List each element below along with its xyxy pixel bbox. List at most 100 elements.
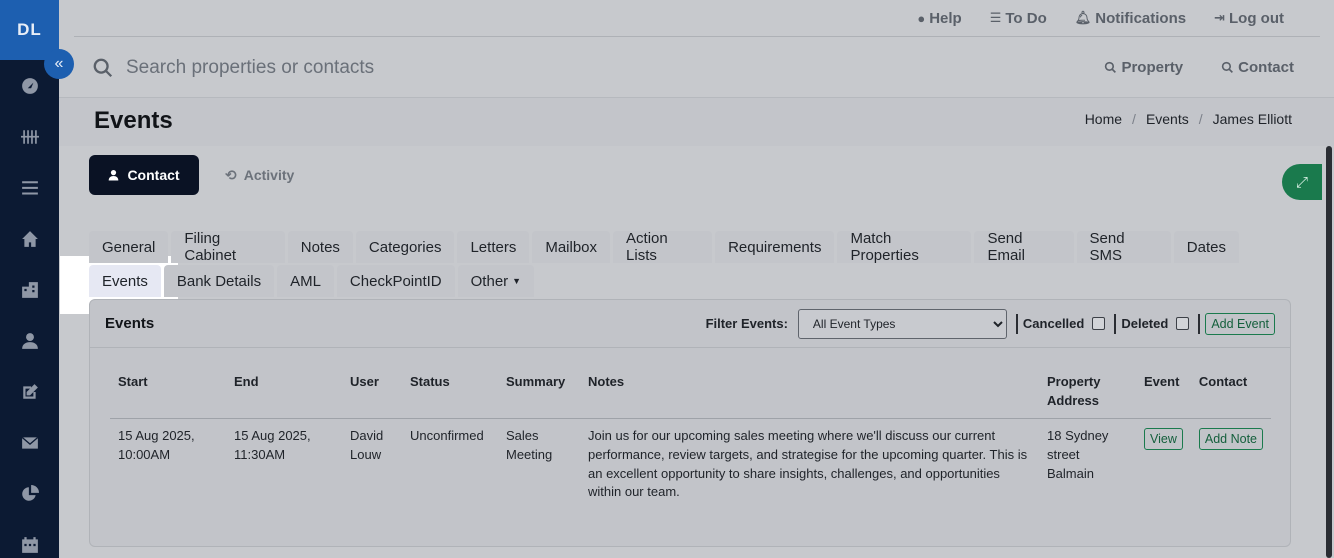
column-header: Status [402, 368, 498, 419]
tab-activity-label: Activity [243, 167, 295, 183]
user-icon [109, 169, 119, 181]
search-icon [93, 58, 113, 77]
subtab-events[interactable]: Events [89, 265, 161, 297]
checklist-icon: ☰ [989, 10, 1002, 25]
todo-link[interactable]: ☰ To Do [990, 10, 1047, 27]
help-label: Help [929, 9, 962, 27]
table-row: 15 Aug 2025, 10:00AM 15 Aug 2025, 11:30A… [110, 419, 1271, 511]
subtab-mailbox[interactable]: Mailbox [532, 231, 611, 263]
search-input[interactable] [126, 47, 826, 88]
divider [1198, 313, 1201, 334]
events-panel: Events Filter Events: All Event Types Ca… [89, 299, 1291, 547]
user-icon[interactable] [0, 315, 59, 366]
divider [1015, 313, 1018, 334]
menu-icon[interactable] [0, 162, 59, 213]
divider [1114, 313, 1117, 334]
add-note-button[interactable]: Add Note [1198, 428, 1263, 450]
search-contact-link[interactable]: Contact [1221, 59, 1294, 76]
subtab-match-properties[interactable]: Match Properties [837, 230, 972, 264]
sub-tabs: General Filing Cabinet Notes Categories … [89, 230, 1239, 299]
view-event-button[interactable]: View [1144, 428, 1183, 450]
event-user: David Louw [350, 428, 384, 462]
column-header: User [342, 368, 402, 419]
home-icon[interactable] [0, 213, 59, 264]
subtab-action-lists[interactable]: Action Lists [613, 230, 713, 264]
subtab-send-sms[interactable]: Send SMS [1076, 230, 1171, 264]
cancelled-label: Cancelled [1022, 316, 1085, 331]
subtab-aml[interactable]: AML [277, 265, 334, 297]
subtab-filing-cabinet[interactable]: Filing Cabinet [171, 230, 285, 264]
deleted-checkbox[interactable] [1176, 317, 1190, 330]
notifications-link[interactable]: 🔔︎ Notifications [1075, 10, 1186, 27]
search-property-link[interactable]: Property [1104, 59, 1183, 76]
contact-action-cell: Add Note [1191, 419, 1271, 511]
sidebar: DL [0, 0, 59, 558]
search-property-label: Property [1121, 59, 1184, 76]
column-header: End [226, 368, 342, 419]
collapse-sidebar-button[interactable]: « [44, 49, 74, 79]
top-bar: ● Help ☰ To Do 🔔︎ Notifications ⇥ Log ou… [74, 0, 1320, 37]
expand-icon[interactable]: ⤢ [1282, 164, 1322, 200]
breadcrumb-events[interactable]: Events [1146, 111, 1189, 127]
logout-icon: ⇥ [1214, 10, 1226, 25]
scrollbar[interactable] [1326, 146, 1332, 558]
subtab-categories[interactable]: Categories [355, 231, 455, 263]
event-status: Unconfirmed [410, 428, 484, 443]
subtab-other-label: Other [470, 272, 509, 290]
table-header-row: Start End User Status Summary Notes Prop… [110, 368, 1271, 419]
logout-label: Log out [1229, 9, 1284, 27]
subtab-other[interactable]: Other ▼ [457, 265, 535, 297]
event-end: 15 Aug 2025, 11:30AM [234, 428, 311, 462]
calendar-icon[interactable] [0, 519, 59, 558]
event-notes: Join us for our upcoming sales meeting w… [588, 428, 1028, 500]
subtab-general[interactable]: General [89, 231, 169, 263]
breadcrumb: Home / Events / James Elliott [1085, 111, 1292, 127]
subtab-letters[interactable]: Letters [457, 231, 530, 263]
tab-activity[interactable]: ⟲ Activity [225, 155, 294, 195]
column-header: Event [1136, 368, 1191, 419]
column-header: Property Address [1039, 368, 1136, 419]
event-action-cell: View [1136, 419, 1191, 511]
tab-contact[interactable]: Contact [89, 155, 199, 195]
caret-down-icon: ▼ [512, 276, 522, 286]
events-table: Start End User Status Summary Notes Prop… [110, 368, 1271, 510]
event-filters: Filter Events: All Event Types Cancelled… [705, 308, 1275, 339]
breadcrumb-current: James Elliott [1212, 111, 1292, 127]
breadcrumb-separator: / [1132, 111, 1136, 127]
deleted-label: Deleted [1121, 316, 1169, 331]
events-panel-title: Events [105, 315, 155, 332]
page-header: Events Home / Events / James Elliott [59, 98, 1334, 146]
subtab-requirements[interactable]: Requirements [715, 231, 835, 263]
chart-pie-icon[interactable] [0, 468, 59, 519]
tab-contact-label: Contact [127, 167, 180, 183]
tally-icon[interactable] [0, 111, 59, 162]
subtab-dates[interactable]: Dates [1173, 231, 1239, 263]
event-start: 15 Aug 2025, 10:00AM [118, 428, 195, 462]
notifications-label: Notifications [1095, 9, 1187, 27]
cancelled-checkbox[interactable] [1092, 317, 1106, 330]
building-icon[interactable] [0, 264, 59, 315]
column-header: Notes [580, 368, 1039, 419]
event-type-select[interactable]: All Event Types [797, 308, 1007, 339]
search-icon [1105, 61, 1117, 73]
subtab-notes[interactable]: Notes [287, 231, 353, 263]
events-panel-header: Events Filter Events: All Event Types Ca… [90, 300, 1290, 348]
subtab-send-email[interactable]: Send Email [974, 230, 1074, 264]
mail-icon[interactable] [0, 417, 59, 468]
add-event-button[interactable]: Add Event [1205, 312, 1275, 335]
event-summary: Sales Meeting [506, 428, 553, 462]
filter-label: Filter Events: [705, 316, 788, 331]
page-title: Events [94, 107, 173, 134]
info-icon: ● [917, 10, 926, 26]
subtab-checkpointid[interactable]: CheckPointID [336, 265, 455, 297]
history-icon: ⟲ [225, 166, 237, 183]
logout-link[interactable]: ⇥ Log out [1214, 10, 1284, 27]
bell-icon: 🔔︎ [1074, 10, 1092, 25]
breadcrumb-home[interactable]: Home [1085, 111, 1122, 127]
todo-label: To Do [1005, 9, 1047, 27]
edit-icon[interactable] [0, 366, 59, 417]
column-header: Summary [498, 368, 580, 419]
search-bar: Property Contact [74, 38, 1320, 97]
subtab-bank-details[interactable]: Bank Details [163, 265, 275, 297]
help-link[interactable]: ● Help [917, 10, 961, 27]
